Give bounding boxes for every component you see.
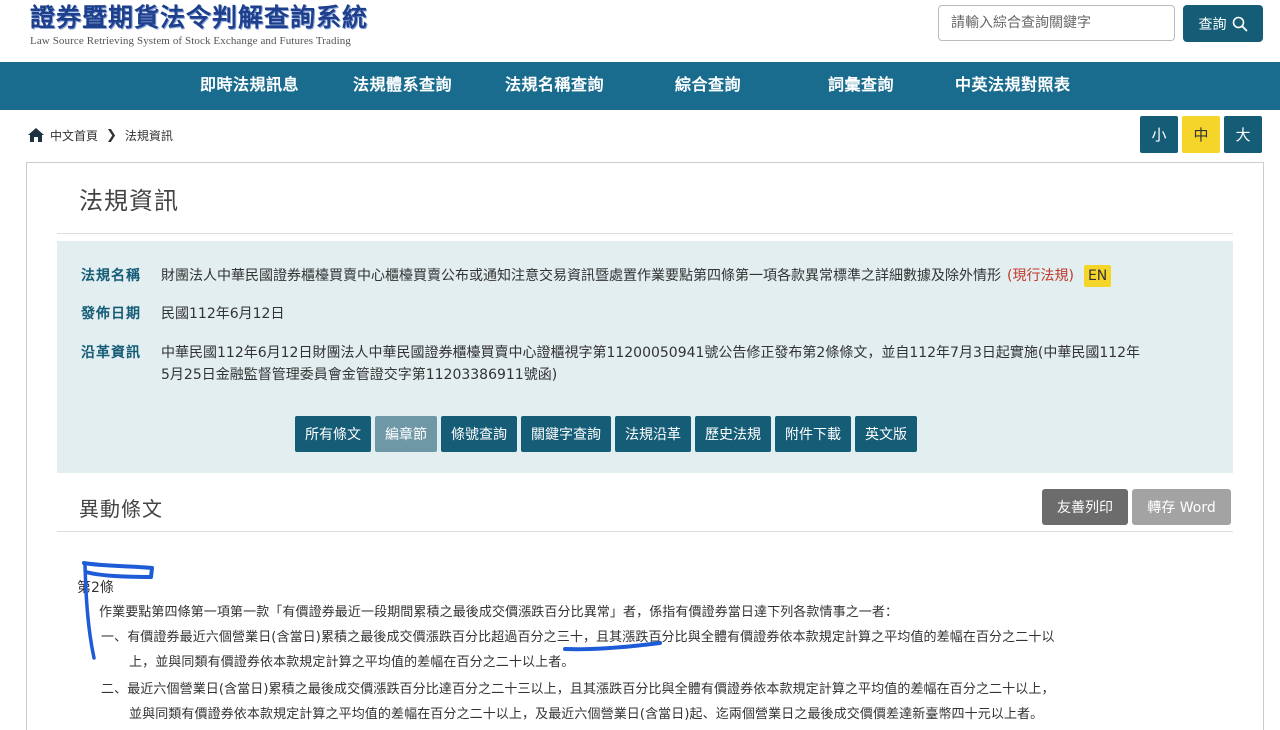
font-size-medium-button[interactable]: 中 bbox=[1182, 116, 1220, 153]
english-version-button[interactable]: 英文版 bbox=[855, 416, 917, 452]
law-name-label: 法規名稱 bbox=[81, 268, 141, 284]
logo-title-zh: 證券暨期貨法令判解查詢系統 bbox=[30, 3, 369, 32]
history-label: 沿革資訊 bbox=[81, 345, 141, 361]
search-button-label: 查詢 bbox=[1198, 16, 1227, 33]
history-value: 中華民國112年6月12日財團法人中華民國證券櫃檯買賣中心證櫃視字第112000… bbox=[161, 342, 1140, 386]
home-icon[interactable] bbox=[28, 128, 44, 142]
section-title: 異動條文 bbox=[79, 497, 163, 521]
article-item-1-line-1: 一、有價證券最近六個營業日(含當日)累積之最後成交價漲跌百分比超過百分之三十，且… bbox=[101, 630, 1055, 645]
article-item-2-line-2: 並與同類有價證券依本款規定計算之平均值的差幅在百分之二十以上，及最近六個營業日(… bbox=[129, 707, 1044, 722]
divider bbox=[57, 531, 1233, 532]
status-badge: (現行法規) bbox=[1007, 268, 1074, 284]
breadcrumb-current: 法規資訊 bbox=[124, 128, 173, 143]
law-info-box: 法規名稱 財團法人中華民國證券櫃檯買賣中心櫃檯買賣公布或通知注意交易資訊暨處置作… bbox=[57, 241, 1233, 473]
font-size-small-button[interactable]: 小 bbox=[1140, 116, 1178, 153]
publish-date-label: 發佈日期 bbox=[81, 306, 141, 322]
law-history-button[interactable]: 法規沿革 bbox=[615, 416, 691, 452]
nav-item-glossary[interactable]: 詞彙查詢 bbox=[828, 62, 894, 110]
nav-item-bilingual[interactable]: 中英法規對照表 bbox=[955, 62, 1071, 110]
search-button[interactable]: 查詢 bbox=[1183, 5, 1263, 42]
export-word-button[interactable]: 轉存 Word bbox=[1132, 489, 1231, 525]
font-size-switcher: 小 中 大 bbox=[1140, 116, 1262, 153]
main-nav: 即時法規訊息 法規體系查詢 法規名稱查詢 綜合查詢 詞彙查詢 中英法規對照表 bbox=[0, 62, 1280, 110]
law-name-value: 財團法人中華民國證券櫃檯買賣中心櫃檯買賣公布或通知注意交易資訊暨處置作業要點第四… bbox=[161, 265, 1112, 287]
breadcrumb: 中文首頁 ❯ 法規資訊 bbox=[28, 126, 173, 144]
nav-item-realtime[interactable]: 即時法規訊息 bbox=[200, 62, 299, 110]
all-articles-button[interactable]: 所有條文 bbox=[295, 416, 371, 452]
site-logo[interactable]: 證券暨期貨法令判解查詢系統 Law Source Retrieving Syst… bbox=[30, 3, 369, 48]
english-version-badge[interactable]: EN bbox=[1083, 265, 1112, 287]
article-number-search-button[interactable]: 條號查詢 bbox=[441, 416, 517, 452]
law-name-text: 財團法人中華民國證券櫃檯買賣中心櫃檯買賣公布或通知注意交易資訊暨處置作業要點第四… bbox=[161, 268, 1001, 284]
history-line-2: 5月25日金融監督管理委員會金管證交字第11203386911號函) bbox=[161, 367, 558, 383]
action-toolbar: 所有條文 編章節 條號查詢 關鍵字查詢 法規沿革 歷史法規 附件下載 英文版 bbox=[295, 416, 917, 452]
breadcrumb-home[interactable]: 中文首頁 bbox=[50, 127, 98, 144]
publish-date-value: 民國112年6月12日 bbox=[161, 306, 285, 322]
nav-item-name[interactable]: 法規名稱查詢 bbox=[505, 62, 604, 110]
divider bbox=[57, 233, 1233, 234]
publish-date-row: 發佈日期 民國112年6月12日 bbox=[81, 303, 284, 325]
article-item-1-line-2: 上，並與同類有價證券依本款規定計算之平均值的差幅在百分之二十以上者。 bbox=[129, 655, 575, 670]
print-button[interactable]: 友善列印 bbox=[1042, 489, 1128, 525]
search-input[interactable] bbox=[938, 5, 1175, 41]
site-header: 證券暨期貨法令判解查詢系統 Law Source Retrieving Syst… bbox=[0, 0, 1280, 62]
page-title: 法規資訊 bbox=[79, 187, 179, 215]
logo-title-en: Law Source Retrieving System of Stock Ex… bbox=[30, 35, 351, 47]
chevron-right-icon: ❯ bbox=[106, 127, 117, 143]
chapters-button[interactable]: 編章節 bbox=[375, 416, 437, 452]
nav-item-system[interactable]: 法規體系查詢 bbox=[353, 62, 452, 110]
history-line-1: 中華民國112年6月12日財團法人中華民國證券櫃檯買賣中心證櫃視字第112000… bbox=[161, 345, 1141, 361]
font-size-large-button[interactable]: 大 bbox=[1224, 116, 1262, 153]
search-icon bbox=[1232, 16, 1247, 31]
article-item-2-line-1: 二、最近六個營業日(含當日)累積之最後成交價漲跌百分比達百分之二十三以上，且其漲… bbox=[101, 682, 1055, 697]
content-panel: 法規資訊 法規名稱 財團法人中華民國證券櫃檯買賣中心櫃檯買賣公布或通知注意交易資… bbox=[26, 162, 1264, 730]
historical-laws-button[interactable]: 歷史法規 bbox=[695, 416, 771, 452]
attachment-download-button[interactable]: 附件下載 bbox=[775, 416, 851, 452]
law-name-row: 法規名稱 財團法人中華民國證券櫃檯買賣中心櫃檯買賣公布或通知注意交易資訊暨處置作… bbox=[81, 265, 1112, 287]
nav-item-comprehensive[interactable]: 綜合查詢 bbox=[675, 62, 741, 110]
article-intro: 作業要點第四條第一項第一款「有價證券最近一段期間累積之最後成交價漲跌百分比異常」… bbox=[99, 605, 899, 620]
article-number: 第2條 bbox=[77, 580, 114, 596]
history-row: 沿革資訊 中華民國112年6月12日財團法人中華民國證券櫃檯買賣中心證櫃視字第1… bbox=[81, 342, 1140, 386]
keyword-search-button[interactable]: 關鍵字查詢 bbox=[521, 416, 611, 452]
